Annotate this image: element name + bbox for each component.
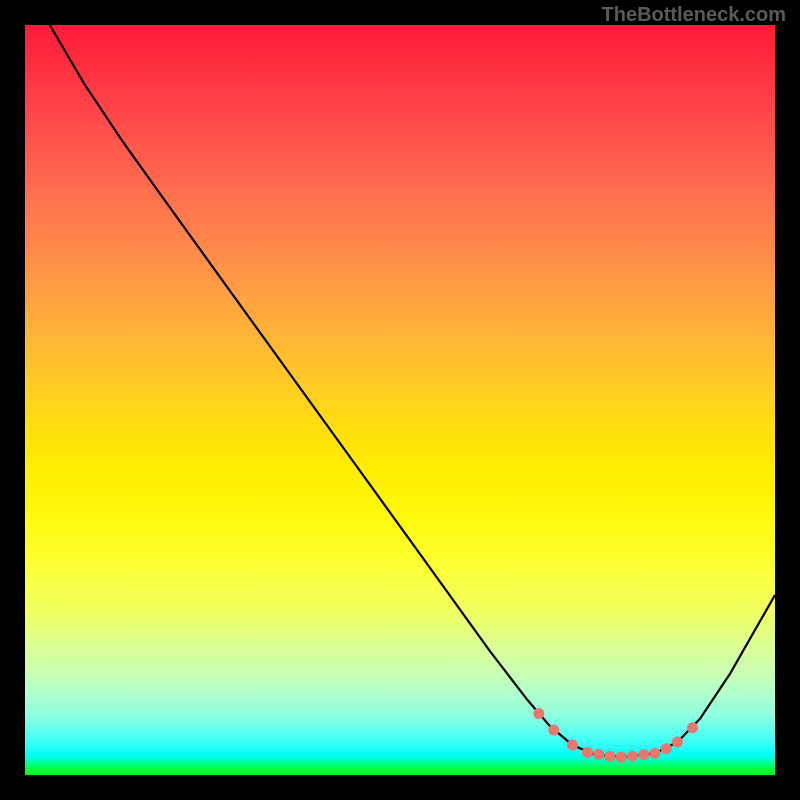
highlight-dot: [582, 747, 593, 758]
highlight-dot: [627, 751, 638, 762]
chart-overlay: [25, 25, 775, 775]
highlight-dot: [593, 749, 604, 760]
curve-line: [50, 25, 775, 757]
highlight-dot: [687, 722, 698, 733]
highlight-dot: [672, 737, 683, 748]
highlight-dot: [638, 749, 649, 760]
watermark-text: TheBottleneck.com: [602, 4, 786, 27]
highlight-dot: [605, 751, 616, 762]
highlight-dot: [661, 743, 672, 754]
highlight-dot: [548, 725, 559, 736]
highlight-dot: [567, 740, 578, 751]
highlight-dot: [616, 752, 627, 763]
highlight-dot: [650, 748, 661, 759]
highlight-dots-group: [533, 708, 698, 763]
highlight-dot: [533, 708, 544, 719]
plot-area: [25, 25, 775, 775]
